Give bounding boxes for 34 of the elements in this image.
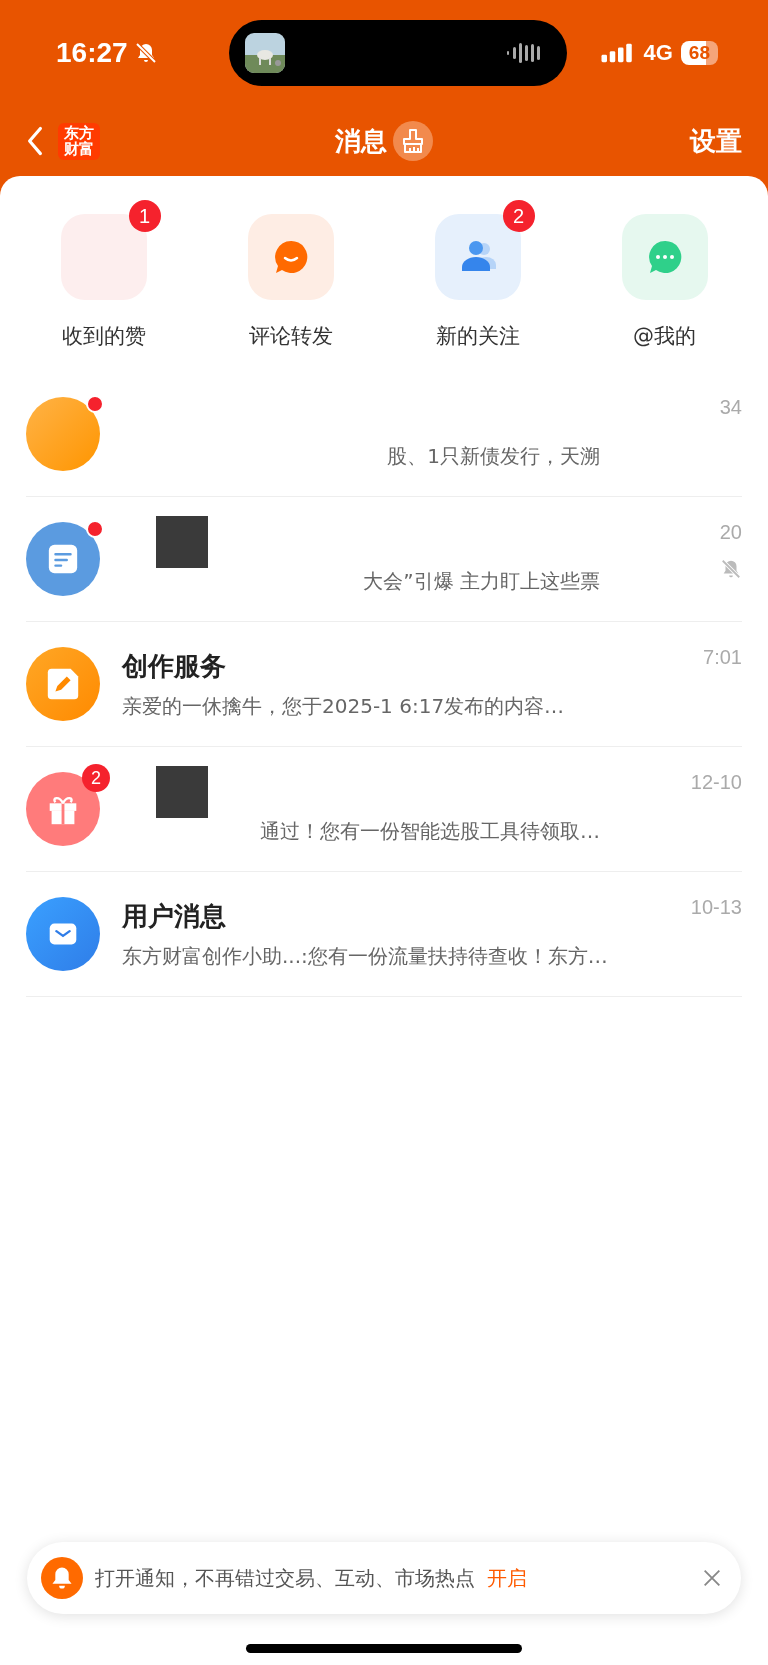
count-badge: 2	[82, 764, 110, 792]
bell-off-icon	[133, 41, 158, 65]
shortcut-tile[interactable]	[621, 214, 708, 300]
message-time: 20	[719, 521, 742, 544]
shortcut-tile[interactable]	[247, 214, 334, 300]
settings-link[interactable]: 设置	[690, 123, 742, 159]
back-icon[interactable]	[26, 126, 44, 156]
broom-icon[interactable]	[393, 121, 433, 161]
count-badge: 1	[128, 200, 161, 232]
message-preview: 通过！您有一份智能选股工具待领取…	[260, 817, 600, 845]
message-preview: 股、1只新债发行，天溯	[387, 442, 600, 470]
bell-icon	[41, 1557, 83, 1599]
message-title: 创作服务	[122, 650, 226, 683]
message-preview: 东方财富创作小助...:您有一份流量扶持待查收！东方…	[122, 942, 608, 970]
app-logo: 东方财富	[58, 122, 100, 160]
message-time: 34	[719, 396, 742, 419]
message-time: 7:01	[703, 646, 742, 669]
message-time: 10-13	[690, 896, 742, 919]
message-time: 12-10	[690, 771, 742, 794]
battery-level: 68	[680, 41, 718, 65]
shortcut-label[interactable]: 新的关注	[435, 322, 520, 350]
count-badge: 2	[502, 200, 535, 232]
page-title: 消息	[335, 124, 387, 158]
close-icon[interactable]	[701, 1567, 723, 1589]
document-icon	[46, 542, 80, 576]
message-preview: 亲爱的一休擒牛，您于2025-1 6:17发布的内容…	[122, 692, 565, 720]
message-preview: 大会”引爆 主力盯上这些票	[363, 567, 600, 595]
shortcut-label[interactable]: @我的	[633, 322, 696, 350]
message-title: 用户消息	[122, 900, 226, 933]
banner-text: 打开通知，不再错过交易、互动、市场热点	[95, 1564, 475, 1592]
shortcut-label[interactable]: 评论转发	[248, 322, 333, 350]
network-type: 4G	[643, 40, 673, 66]
shortcut-label[interactable]: 收到的赞	[61, 322, 146, 350]
status-time: 16:27	[56, 37, 128, 69]
